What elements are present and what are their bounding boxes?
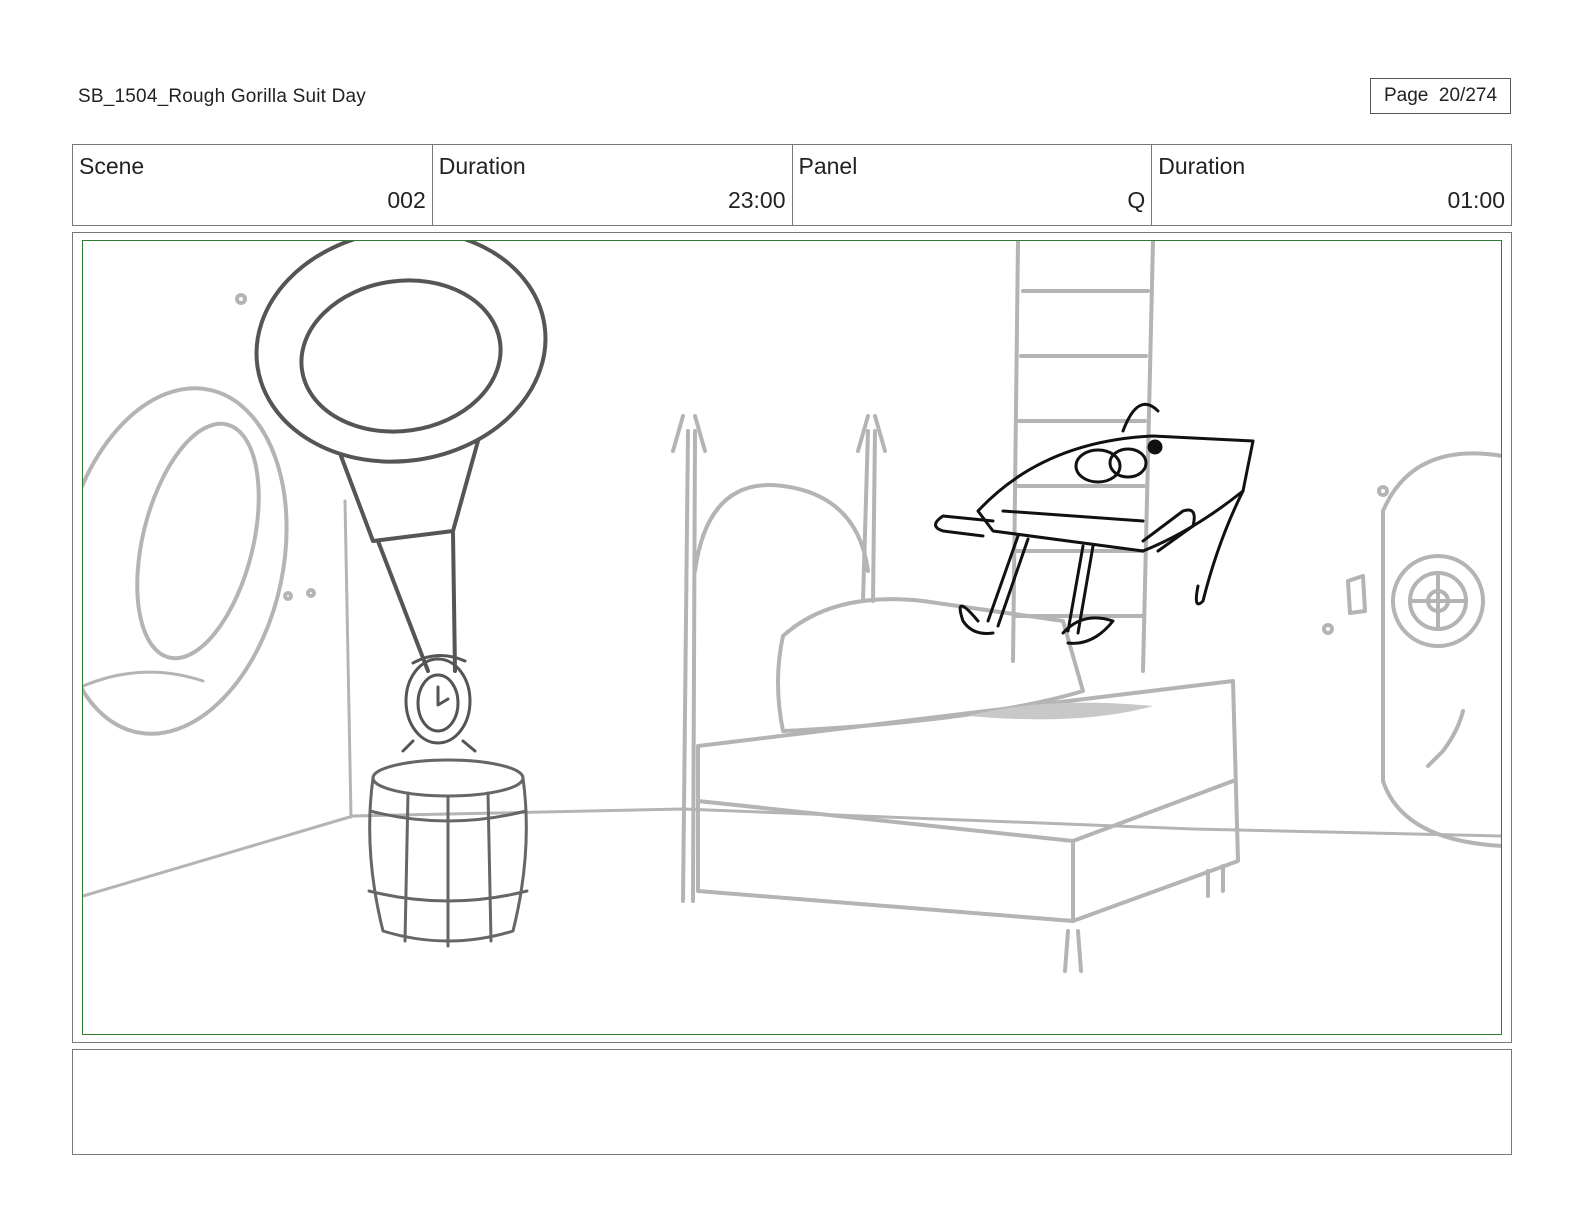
bed-shadow [968, 702, 1153, 720]
scene-duration-value: 23:00 [727, 187, 786, 213]
bed [671, 414, 1240, 973]
storyboard-panel-image [82, 240, 1502, 1035]
page-indicator: Page 20/274 [1370, 78, 1511, 114]
horn-funnel [254, 241, 548, 673]
safe-door [1322, 451, 1501, 848]
porthole-window [83, 293, 316, 736]
panel-duration-cell: Duration 01:00 [1152, 145, 1511, 225]
character-sketch [934, 402, 1255, 645]
panel-label: Panel [798, 153, 858, 179]
panel-value: Q [1127, 187, 1146, 213]
page-label: Page [1383, 85, 1429, 106]
panel-cell: Panel Q [793, 145, 1153, 225]
scene-cell: Scene 002 [73, 145, 433, 225]
scene-duration-cell: Duration 23:00 [433, 145, 793, 225]
notes-box [72, 1049, 1512, 1155]
scene-value: 002 [387, 187, 426, 213]
page-number: 20/274 [1438, 85, 1498, 106]
scene-info-table: Scene 002 Duration 23:00 Panel Q Duratio… [72, 144, 1512, 226]
document-title: SB_1504_Rough Gorilla Suit Day [78, 86, 367, 107]
alarm-clock [401, 654, 477, 753]
panel-duration-value: 01:00 [1447, 187, 1505, 213]
room-background [83, 499, 1501, 898]
panel-duration-label: Duration [1158, 153, 1246, 179]
scene-label: Scene [79, 153, 145, 179]
scene-duration-label: Duration [438, 153, 526, 179]
barrel [367, 758, 529, 948]
